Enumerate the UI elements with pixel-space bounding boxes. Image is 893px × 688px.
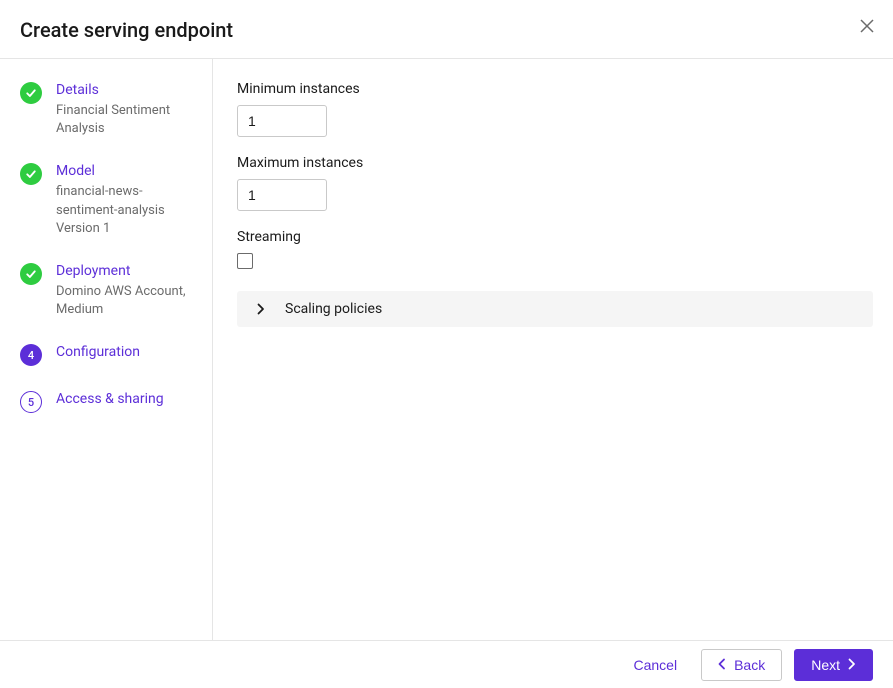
chevron-right-icon: [257, 303, 265, 315]
step-subtitle: financial-news-sentiment-analysis Versio…: [56, 183, 200, 238]
step-info: Access & sharing: [56, 390, 200, 411]
back-button-label: Back: [734, 657, 765, 673]
step-info: Deployment Domino AWS Account, Medium: [56, 262, 200, 319]
step-title[interactable]: Deployment: [56, 263, 200, 279]
configuration-panel: Minimum instances Maximum instances Stre…: [213, 59, 893, 641]
step-configuration[interactable]: 4 Configuration: [20, 343, 200, 366]
step-number-icon: 4: [20, 344, 42, 366]
step-info: Model financial-news-sentiment-analysis …: [56, 162, 200, 238]
scaling-policies-accordion[interactable]: Scaling policies: [237, 291, 873, 327]
min-instances-input[interactable]: [237, 105, 327, 137]
next-button[interactable]: Next: [794, 649, 873, 681]
step-deployment[interactable]: Deployment Domino AWS Account, Medium: [20, 262, 200, 319]
check-icon: [20, 263, 42, 285]
dialog-header: Create serving endpoint: [0, 0, 893, 59]
step-title[interactable]: Model: [56, 163, 200, 179]
next-button-label: Next: [811, 657, 840, 673]
max-instances-input[interactable]: [237, 179, 327, 211]
check-icon: [20, 163, 42, 185]
wizard-sidebar: Details Financial Sentiment Analysis Mod…: [0, 59, 213, 641]
step-info: Details Financial Sentiment Analysis: [56, 81, 200, 138]
close-icon: [859, 22, 875, 37]
step-access-sharing[interactable]: 5 Access & sharing: [20, 390, 200, 413]
dialog-footer: Cancel Back Next: [0, 640, 893, 688]
max-instances-label: Maximum instances: [237, 155, 873, 171]
check-icon: [20, 82, 42, 104]
streaming-label: Streaming: [237, 229, 873, 245]
step-details[interactable]: Details Financial Sentiment Analysis: [20, 81, 200, 138]
streaming-field: Streaming: [237, 229, 873, 273]
step-title[interactable]: Details: [56, 82, 200, 98]
step-info: Configuration: [56, 343, 200, 364]
min-instances-label: Minimum instances: [237, 81, 873, 97]
chevron-left-icon: [718, 657, 726, 673]
step-subtitle: Domino AWS Account, Medium: [56, 283, 200, 319]
dialog-body: Details Financial Sentiment Analysis Mod…: [0, 59, 893, 641]
step-number-icon: 5: [20, 391, 42, 413]
chevron-right-icon: [848, 657, 856, 673]
close-button[interactable]: [855, 14, 879, 41]
back-button[interactable]: Back: [701, 649, 782, 681]
streaming-checkbox[interactable]: [237, 253, 253, 269]
max-instances-field: Maximum instances: [237, 155, 873, 211]
step-title[interactable]: Configuration: [56, 344, 200, 360]
step-title[interactable]: Access & sharing: [56, 391, 200, 407]
min-instances-field: Minimum instances: [237, 81, 873, 137]
scaling-policies-label: Scaling policies: [285, 301, 382, 317]
cancel-button[interactable]: Cancel: [621, 651, 689, 679]
step-subtitle: Financial Sentiment Analysis: [56, 102, 200, 138]
page-title: Create serving endpoint: [20, 18, 233, 42]
step-model[interactable]: Model financial-news-sentiment-analysis …: [20, 162, 200, 238]
